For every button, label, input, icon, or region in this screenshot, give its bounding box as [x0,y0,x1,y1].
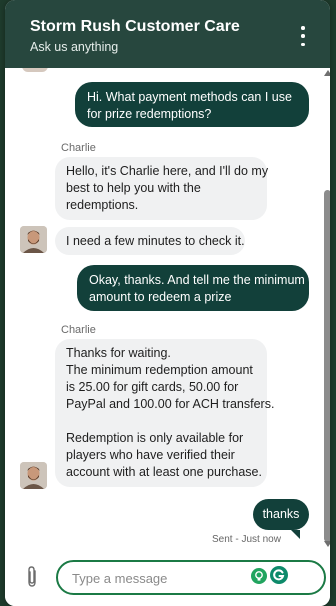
message-line: Okay, thanks. And tell me the minimum [89,273,305,287]
paperclip-icon[interactable] [25,565,39,589]
outgoing-message: Hi. What payment methods can I use for p… [75,82,309,127]
scroll-down-arrow[interactable] [324,541,330,547]
message-line: thanks [262,507,300,521]
message-line: is 25.00 for gift cards, 50.00 for [66,380,239,394]
message-composer [5,552,330,606]
incoming-message: Thanks for waiting. The minimum redempti… [55,339,275,487]
outgoing-message: Okay, thanks. And tell me the minimum am… [77,265,309,311]
message-line: Redemption is only available for [66,431,244,445]
message-sent-status: Sent - Just now [212,534,281,545]
message-input[interactable] [72,568,242,588]
sender-name: Charlie [61,324,96,336]
message-line: I need a few minutes to check it. [66,234,245,248]
message-line: PayPal and 100.00 for ACH transfers. [66,397,275,411]
lightbulb-icon[interactable] [251,568,267,584]
message-list[interactable]: Hi. What payment methods can I use for p… [5,68,330,550]
avatar-partial [22,68,48,72]
message-input-wrapper[interactable] [56,560,326,595]
message-line: Hello, it's Charlie here, and I'll do my [66,164,269,178]
grammarly-icon[interactable] [270,566,288,584]
incoming-message: I need a few minutes to check it. [55,227,245,255]
message-line: for prize redemptions? [87,107,212,121]
message-line: amount to redeem a prize [89,290,232,304]
message-line: players who have verified their [66,448,235,462]
message-line-spacer [66,413,256,430]
outgoing-message: thanks [253,499,309,530]
scrollbar-thumb[interactable] [324,190,330,542]
message-line: best to help you with the [66,181,201,195]
message-line: Hi. What payment methods can I use [87,90,292,104]
message-line: account with at least one purchase. [66,465,262,479]
chat-widget: Storm Rush Customer Care Ask us anything… [5,0,330,606]
kebab-menu-icon[interactable] [295,26,311,46]
sender-name: Charlie [61,142,96,154]
message-line: The minimum redemption amount [66,363,253,377]
message-line: Thanks for waiting. [66,346,171,360]
scroll-up-arrow[interactable] [324,70,330,76]
chat-subtitle: Ask us anything [30,40,119,54]
agent-avatar [20,226,47,253]
message-tail [291,530,300,539]
chat-header: Storm Rush Customer Care Ask us anything [5,0,330,68]
agent-avatar [20,462,47,489]
chat-title: Storm Rush Customer Care [30,18,240,35]
message-line: redemptions. [66,198,139,212]
incoming-message: Hello, it's Charlie here, and I'll do my… [55,157,269,220]
